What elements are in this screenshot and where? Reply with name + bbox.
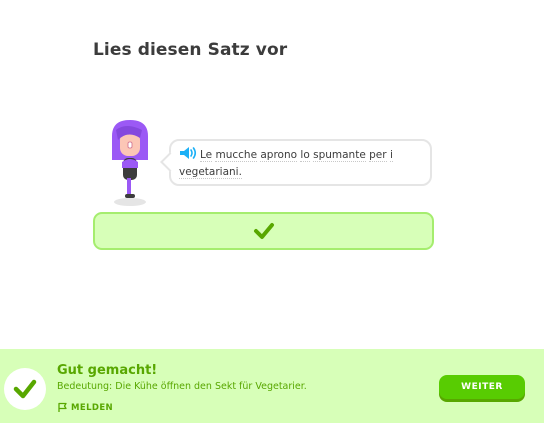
- word[interactable]: spumante: [313, 149, 366, 162]
- report-button[interactable]: MELDEN: [57, 402, 113, 413]
- flag-icon: [58, 402, 67, 412]
- word[interactable]: aprono: [260, 149, 298, 162]
- word[interactable]: mucche: [215, 149, 258, 162]
- report-label: MELDEN: [71, 402, 114, 413]
- challenge-title: Lies diesen Satz vor: [93, 40, 288, 60]
- speech-bubble-tail: [160, 152, 180, 172]
- checkmark-icon: [253, 223, 274, 239]
- word[interactable]: per: [369, 149, 387, 162]
- answer-box: [93, 212, 434, 250]
- feedback-meaning: Bedeutung: Die Kühe öffnen den Sekt für …: [57, 381, 307, 392]
- word[interactable]: i: [389, 149, 393, 162]
- success-badge: [4, 368, 46, 410]
- word[interactable]: vegetariani.: [179, 166, 242, 179]
- feedback-title: Gut gemacht!: [57, 363, 158, 378]
- sentence: Le mucche aprono lo spumante per i vegeta…: [179, 146, 422, 181]
- speech-bubble: Le mucche aprono lo spumante per i vegeta…: [160, 139, 432, 186]
- word[interactable]: lo: [300, 149, 310, 162]
- speaker-icon[interactable]: [179, 146, 197, 160]
- character-illustration: [112, 120, 148, 206]
- word[interactable]: Le: [200, 149, 213, 162]
- continue-button[interactable]: WEITER: [439, 375, 525, 399]
- checkmark-icon: [13, 379, 37, 399]
